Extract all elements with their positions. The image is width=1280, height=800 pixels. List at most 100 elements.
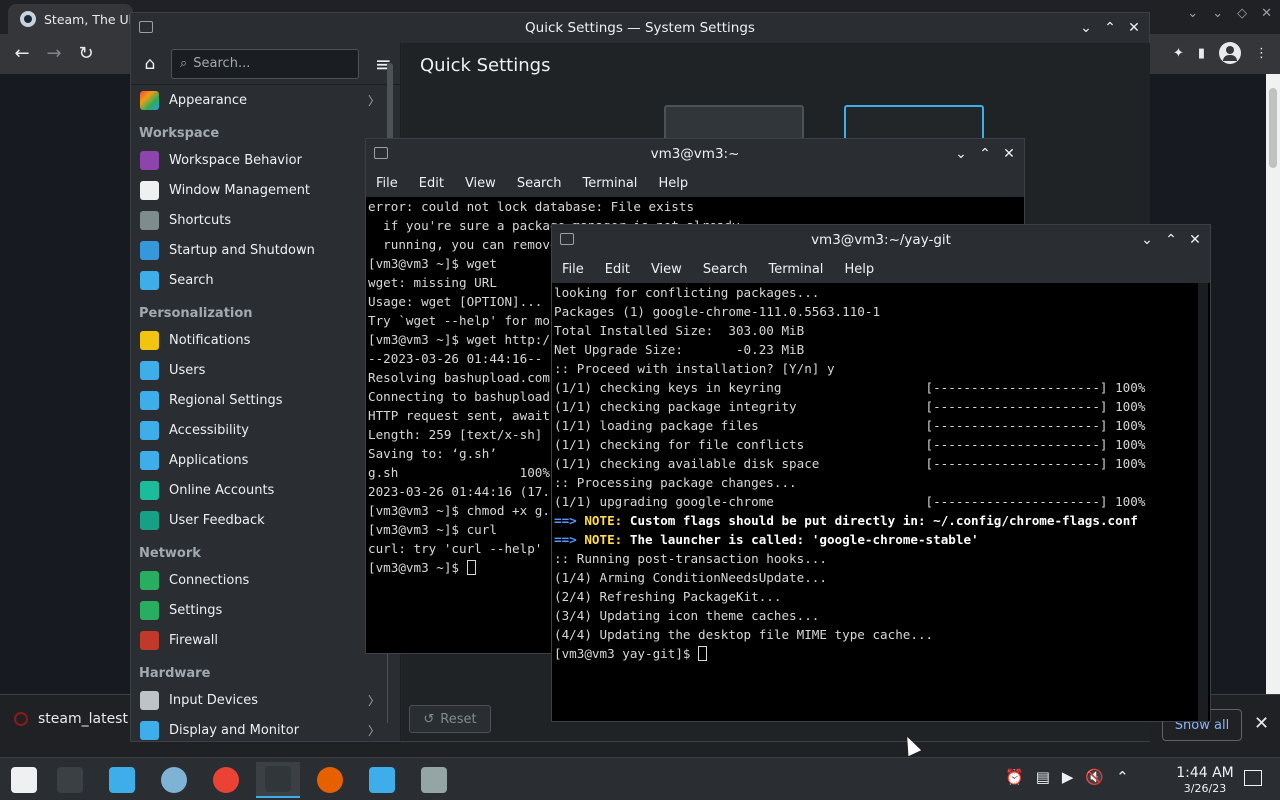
note-label: NOTE: xyxy=(584,513,623,528)
sidebar-item-connections[interactable]: Connections xyxy=(131,565,400,595)
taskbar-chrome[interactable] xyxy=(204,762,248,798)
menu-file[interactable]: File xyxy=(562,262,584,277)
back-icon[interactable]: ← xyxy=(10,42,34,66)
terminal-note-line: ==> NOTE: The launcher is called: 'googl… xyxy=(554,530,1210,549)
taskbar-scanner[interactable] xyxy=(412,762,456,798)
taskbar-firefox[interactable] xyxy=(308,762,352,798)
taskbar-system-settings[interactable] xyxy=(48,762,92,798)
chevron-up-icon[interactable]: ⌃ xyxy=(1116,768,1129,786)
show-desktop-button[interactable] xyxy=(1244,770,1262,786)
chevron-down-icon[interactable]: ⌄ xyxy=(1187,6,1198,21)
close-icon[interactable]: ✕ xyxy=(1188,232,1202,248)
maximize-icon[interactable]: ⌃ xyxy=(978,146,992,162)
taskbar-steam-shortcut[interactable] xyxy=(152,762,196,798)
download-item[interactable]: steam_latest xyxy=(14,711,128,727)
maximize-icon[interactable]: ⌃ xyxy=(1164,232,1178,248)
sidebar-item-user-feedback[interactable]: User Feedback xyxy=(131,505,400,535)
settings-titlebar[interactable]: Quick Settings — System Settings ⌄ ⌃ ✕ xyxy=(131,13,1149,43)
sidebar-item-notifications[interactable]: Notifications xyxy=(131,325,400,355)
menu-view[interactable]: View xyxy=(651,262,682,277)
reload-icon[interactable]: ↻ xyxy=(74,42,98,66)
notifications-icon xyxy=(140,330,159,350)
terminal-titlebar[interactable]: vm3@vm3:~ ⌄ ⌃ ✕ xyxy=(366,139,1024,169)
menu-help[interactable]: Help xyxy=(844,262,874,277)
shortcuts-icon xyxy=(140,210,159,230)
media-player-icon[interactable]: ▶ xyxy=(1062,768,1074,786)
menu-terminal[interactable]: Terminal xyxy=(582,176,637,191)
sidebar-item-accessibility[interactable]: Accessibility xyxy=(131,415,400,445)
note-text: The launcher is called: 'google-chrome-s… xyxy=(629,532,979,547)
extensions-icon[interactable]: ✦ xyxy=(1173,46,1184,61)
restore-icon[interactable]: ◇ xyxy=(1237,6,1247,21)
sidebar-item-label: Connections xyxy=(169,572,250,588)
taskbar-dolphin[interactable] xyxy=(360,762,404,798)
forward-icon[interactable]: → xyxy=(42,42,66,66)
sidebar-item-label: Notifications xyxy=(169,332,251,348)
settings-app-icon[interactable] xyxy=(139,21,153,33)
settings-search-input[interactable]: ⌕ Search... xyxy=(171,48,359,79)
sidebar-item-shortcuts[interactable]: Shortcuts xyxy=(131,205,400,235)
menu-terminal[interactable]: Terminal xyxy=(768,262,823,277)
close-icon[interactable]: ✕ xyxy=(1261,6,1272,21)
sidebar-item-firewall[interactable]: Firewall xyxy=(131,625,400,655)
konsole-icon[interactable] xyxy=(374,147,388,159)
reset-button[interactable]: ↺ Reset xyxy=(409,705,491,733)
minimize-icon[interactable]: ⌄ xyxy=(1079,20,1093,36)
terminal-output[interactable]: looking for conflicting packages... Packa… xyxy=(552,283,1210,721)
sidebar-item-label: Applications xyxy=(169,452,249,468)
taskbar-konsole[interactable] xyxy=(256,762,300,798)
clipboard-icon[interactable]: ▤ xyxy=(1036,768,1050,786)
terminal-titlebar[interactable]: vm3@vm3:~/yay-git ⌄ ⌃ ✕ xyxy=(552,225,1210,255)
menu-edit[interactable]: Edit xyxy=(419,176,444,191)
sidebar-item-workspace-behavior[interactable]: Workspace Behavior〉 xyxy=(131,145,400,175)
chrome-toolbar-actions: ✦ ▮ ⋮ xyxy=(1173,42,1268,64)
close-icon[interactable]: ✕ xyxy=(1127,20,1141,36)
sidebar-scrollbar-thumb[interactable] xyxy=(387,63,393,143)
user-feedback-icon xyxy=(140,510,159,530)
menu-edit[interactable]: Edit xyxy=(605,262,630,277)
terminal-menubar: File Edit View Search Terminal Help xyxy=(366,169,1024,197)
taskbar-discover[interactable] xyxy=(100,762,144,798)
sidebar-item-applications[interactable]: Applications〉 xyxy=(131,445,400,475)
terminal-scrollbar[interactable] xyxy=(1198,283,1208,721)
profile-avatar[interactable] xyxy=(1219,42,1241,64)
konsole-icon xyxy=(265,766,291,792)
taskbar: ⏰ ▤ ▶ 🔇 ⌃ 1:44 AM 3/26/23 xyxy=(0,757,1280,800)
sidebar-item-input-devices[interactable]: Input Devices 〉 xyxy=(131,685,400,715)
alarm-icon[interactable]: ⏰ xyxy=(1005,768,1024,786)
sidebar-item-window-management[interactable]: Window Management〉 xyxy=(131,175,400,205)
taskbar-application-launcher[interactable] xyxy=(2,762,46,798)
minimize-icon[interactable]: ⌄ xyxy=(1212,6,1223,21)
chevron-right-icon: 〉 xyxy=(367,723,380,738)
maximize-icon[interactable]: ⌃ xyxy=(1103,20,1117,36)
more-menu-icon[interactable]: ⋮ xyxy=(1255,46,1268,61)
side-panel-icon[interactable]: ▮ xyxy=(1198,46,1205,61)
minimize-icon[interactable]: ⌄ xyxy=(1140,232,1154,248)
sidebar-item-online-accounts[interactable]: Online Accounts xyxy=(131,475,400,505)
sidebar-item-startup-and-shutdown[interactable]: Startup and Shutdown〉 xyxy=(131,235,400,265)
menu-search[interactable]: Search xyxy=(703,262,748,277)
sidebar-item-label: Search xyxy=(169,272,214,288)
menu-search[interactable]: Search xyxy=(517,176,562,191)
sidebar-section-header: Network xyxy=(139,546,201,561)
sidebar-item-search[interactable]: Search xyxy=(131,265,400,295)
minimize-icon[interactable]: ⌄ xyxy=(954,146,968,162)
menu-help[interactable]: Help xyxy=(658,176,688,191)
menu-view[interactable]: View xyxy=(465,176,496,191)
sidebar-item-label: Display and Monitor xyxy=(169,722,300,738)
sidebar-item-appearance[interactable]: Appearance 〉 xyxy=(131,85,400,115)
sidebar-item-regional-settings[interactable]: Regional Settings〉 xyxy=(131,385,400,415)
sidebar-section-header: Personalization xyxy=(139,306,253,321)
close-icon[interactable]: ✕ xyxy=(1002,146,1016,162)
home-icon[interactable]: ⌂ xyxy=(139,53,161,75)
sidebar-item-display-and-monitor[interactable]: Display and Monitor 〉 xyxy=(131,715,400,741)
close-icon[interactable]: ✕ xyxy=(1254,713,1269,734)
chrome-tab[interactable]: Steam, The Ultimate Online Game Platform xyxy=(8,4,133,34)
sidebar-item-settings[interactable]: Settings〉 xyxy=(131,595,400,625)
konsole-icon[interactable] xyxy=(560,233,574,245)
sidebar-item-users[interactable]: Users xyxy=(131,355,400,385)
volume-muted-icon[interactable]: 🔇 xyxy=(1085,768,1104,786)
terminal-menubar: File Edit View Search Terminal Help xyxy=(552,255,1210,283)
menu-file[interactable]: File xyxy=(376,176,398,191)
chrome-scrollbar-thumb[interactable] xyxy=(1269,88,1277,168)
